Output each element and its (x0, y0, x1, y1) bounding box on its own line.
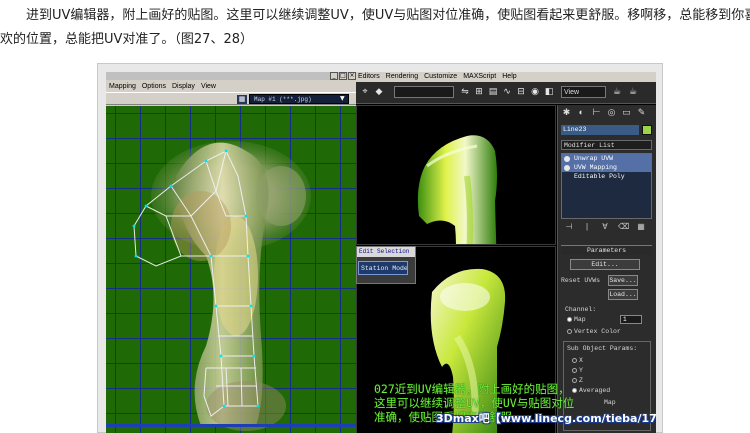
axis-y-radio[interactable]: Y (572, 366, 583, 375)
make-unique-icon[interactable]: ∀ (600, 223, 610, 233)
caption-line-1: 027近到UV编辑器，附上画好的贴图， (374, 382, 570, 396)
checker-icon[interactable]: ▦ (237, 95, 247, 104)
axis-x-label: X (579, 357, 583, 364)
lightbulb-icon[interactable] (564, 156, 570, 162)
uv-editor-toolbar: ▦ Map #1 (***.jpg) ▼ (106, 92, 356, 105)
motion-tab-icon[interactable]: ◎ (605, 107, 618, 120)
object-color-swatch[interactable] (642, 125, 652, 135)
watermark: 3Dmax吧【www.linecg.com/tieba/1771】 (436, 412, 656, 425)
lightbulb-icon[interactable] (564, 165, 570, 171)
channel-label: Channel: (565, 306, 597, 313)
uv-editor-menubar: Mapping Options Display View (106, 81, 356, 92)
minimize-button[interactable]: _ (330, 72, 338, 80)
map-select[interactable]: Map #1 (***.jpg) (249, 94, 349, 104)
station-mode-button[interactable]: Station Mode (358, 261, 408, 275)
menu-view[interactable]: View (201, 81, 216, 92)
configure-icon[interactable]: ▦ (636, 223, 646, 233)
model-view-top (417, 135, 497, 244)
modifier-list-dropdown[interactable]: Modifier List (561, 140, 652, 150)
create-tab-icon[interactable]: ✱ (560, 107, 573, 120)
view-select[interactable]: View (561, 86, 606, 98)
stack-item-uvw-mapping[interactable]: UVW Mapping (562, 163, 651, 172)
menu-options[interactable]: Options (142, 81, 166, 92)
hierarchy-tab-icon[interactable]: ⊢ (590, 107, 603, 120)
close-button[interactable]: × (348, 72, 356, 80)
object-name-field[interactable]: Line23 (561, 125, 639, 135)
article-text: 进到UV编辑器，附上画好的贴图。这里可以继续调整UV，使UV与贴图对位准确，使贴… (0, 4, 750, 52)
uv-editor-window: _ □ × Mapping Options Display View ▦ Map… (106, 72, 356, 433)
radio-off-icon (567, 328, 572, 334)
viewport-top[interactable] (356, 105, 556, 245)
vertex-color-label: Vertex Color (574, 328, 621, 335)
article-line-2: 欢的位置，总能把UV对准了。（图27、28） (0, 32, 253, 47)
curve-editor-icon[interactable]: ∿ (502, 87, 512, 97)
stack-item-label: Editable Poly (574, 173, 625, 180)
render-setup-icon[interactable]: ◧ (544, 87, 554, 97)
panel-title: Edit Selection (357, 247, 415, 257)
selection-set-select[interactable] (394, 86, 454, 98)
edit-selection-panel: Edit Selection Station Mode (356, 246, 416, 284)
lasso-icon[interactable]: ⌖ (360, 87, 370, 97)
pin-stack-icon[interactable]: ⊣ (564, 223, 574, 233)
edit-button[interactable]: Edit... (570, 259, 640, 270)
show-end-result-icon[interactable]: | (582, 223, 592, 233)
display-tab-icon[interactable]: ▭ (620, 107, 633, 120)
utilities-tab-icon[interactable]: ✎ (635, 107, 648, 120)
caption-line-2: 这里可以继续调整UV，使UV与贴图对位 (374, 396, 575, 410)
window-buttons: _ □ × (330, 72, 356, 80)
quick-render-icon[interactable]: ☕ (628, 87, 638, 97)
maximize-button[interactable]: □ (339, 72, 347, 80)
axis-x-radio[interactable]: X (572, 356, 583, 365)
stack-item-label: Unwrap UVW (574, 155, 614, 162)
mirror-icon[interactable]: ⇋ (460, 87, 470, 97)
menu-customize[interactable]: Customize (424, 72, 457, 82)
vertex-color-radio[interactable]: Vertex Color (567, 327, 621, 336)
stack-buttons: ⊣ | ∀ ⌫ ▦ (561, 223, 652, 235)
align-icon[interactable]: ⊞ (474, 87, 484, 97)
uv-texture-and-mesh (106, 141, 356, 431)
map-radio-label: Map (574, 316, 586, 323)
snap-icon[interactable]: ◆ (374, 87, 384, 97)
remove-modifier-icon[interactable]: ⌫ (618, 223, 629, 233)
radio-off-icon (572, 357, 577, 363)
uv-editor-titlebar: _ □ × (106, 72, 356, 80)
load-button[interactable]: Load... (608, 289, 638, 300)
radio-off-icon (572, 367, 577, 373)
map-channel-spinner[interactable]: 1 (620, 315, 642, 324)
schematic-icon[interactable]: ⊟ (516, 87, 526, 97)
menu-display[interactable]: Display (172, 81, 195, 92)
map-radio[interactable]: Map (567, 315, 586, 324)
menu-rendering[interactable]: Rendering (386, 72, 418, 82)
radio-on-icon (567, 316, 572, 322)
material-editor-icon[interactable]: ◉ (530, 87, 540, 97)
max-menubar: Editors Rendering Customize MAXScript He… (356, 72, 656, 82)
uv-canvas[interactable] (106, 106, 356, 433)
reset-uvws-button[interactable]: Reset UVWs (561, 276, 600, 285)
parameters-rollout[interactable]: Parameters (561, 245, 652, 255)
article-line-1: 进到UV编辑器，附上画好的贴图。这里可以继续调整UV，使UV与贴图对位准确，使贴… (26, 8, 750, 23)
command-panel-tabs: ✱ ◐ ⊢ ◎ ▭ ✎ (560, 107, 655, 121)
stack-item-unwrap-uvw[interactable]: Unwrap UVW (562, 154, 651, 163)
menu-mapping[interactable]: Mapping (109, 81, 136, 92)
menu-help[interactable]: Help (502, 72, 516, 82)
stack-item-label: UVW Mapping (574, 164, 617, 171)
stack-item-editable-poly[interactable]: Editable Poly (562, 172, 651, 181)
save-button[interactable]: Save... (608, 275, 638, 286)
sub-object-label: Sub Object Params: (567, 345, 638, 352)
modifier-stack: Unwrap UVW UVW Mapping Editable Poly (561, 153, 652, 219)
render-icon[interactable]: ☕ (612, 87, 622, 97)
axis-y-label: Y (579, 367, 583, 374)
menu-editors[interactable]: Editors (358, 72, 380, 82)
layer-icon[interactable]: ▤ (488, 87, 498, 97)
max-toolbar: ⌖ ◆ ⇋ ⊞ ▤ ∿ ⊟ ◉ ◧ View ☕ ☕ (356, 82, 656, 104)
menu-maxscript[interactable]: MAXScript (463, 72, 496, 82)
screenshot-frame: _ □ × Mapping Options Display View ▦ Map… (97, 63, 663, 433)
screenshot: _ □ × Mapping Options Display View ▦ Map… (106, 72, 656, 433)
chevron-down-icon[interactable]: ▼ (340, 95, 348, 103)
modify-tab-icon[interactable]: ◐ (575, 107, 588, 120)
